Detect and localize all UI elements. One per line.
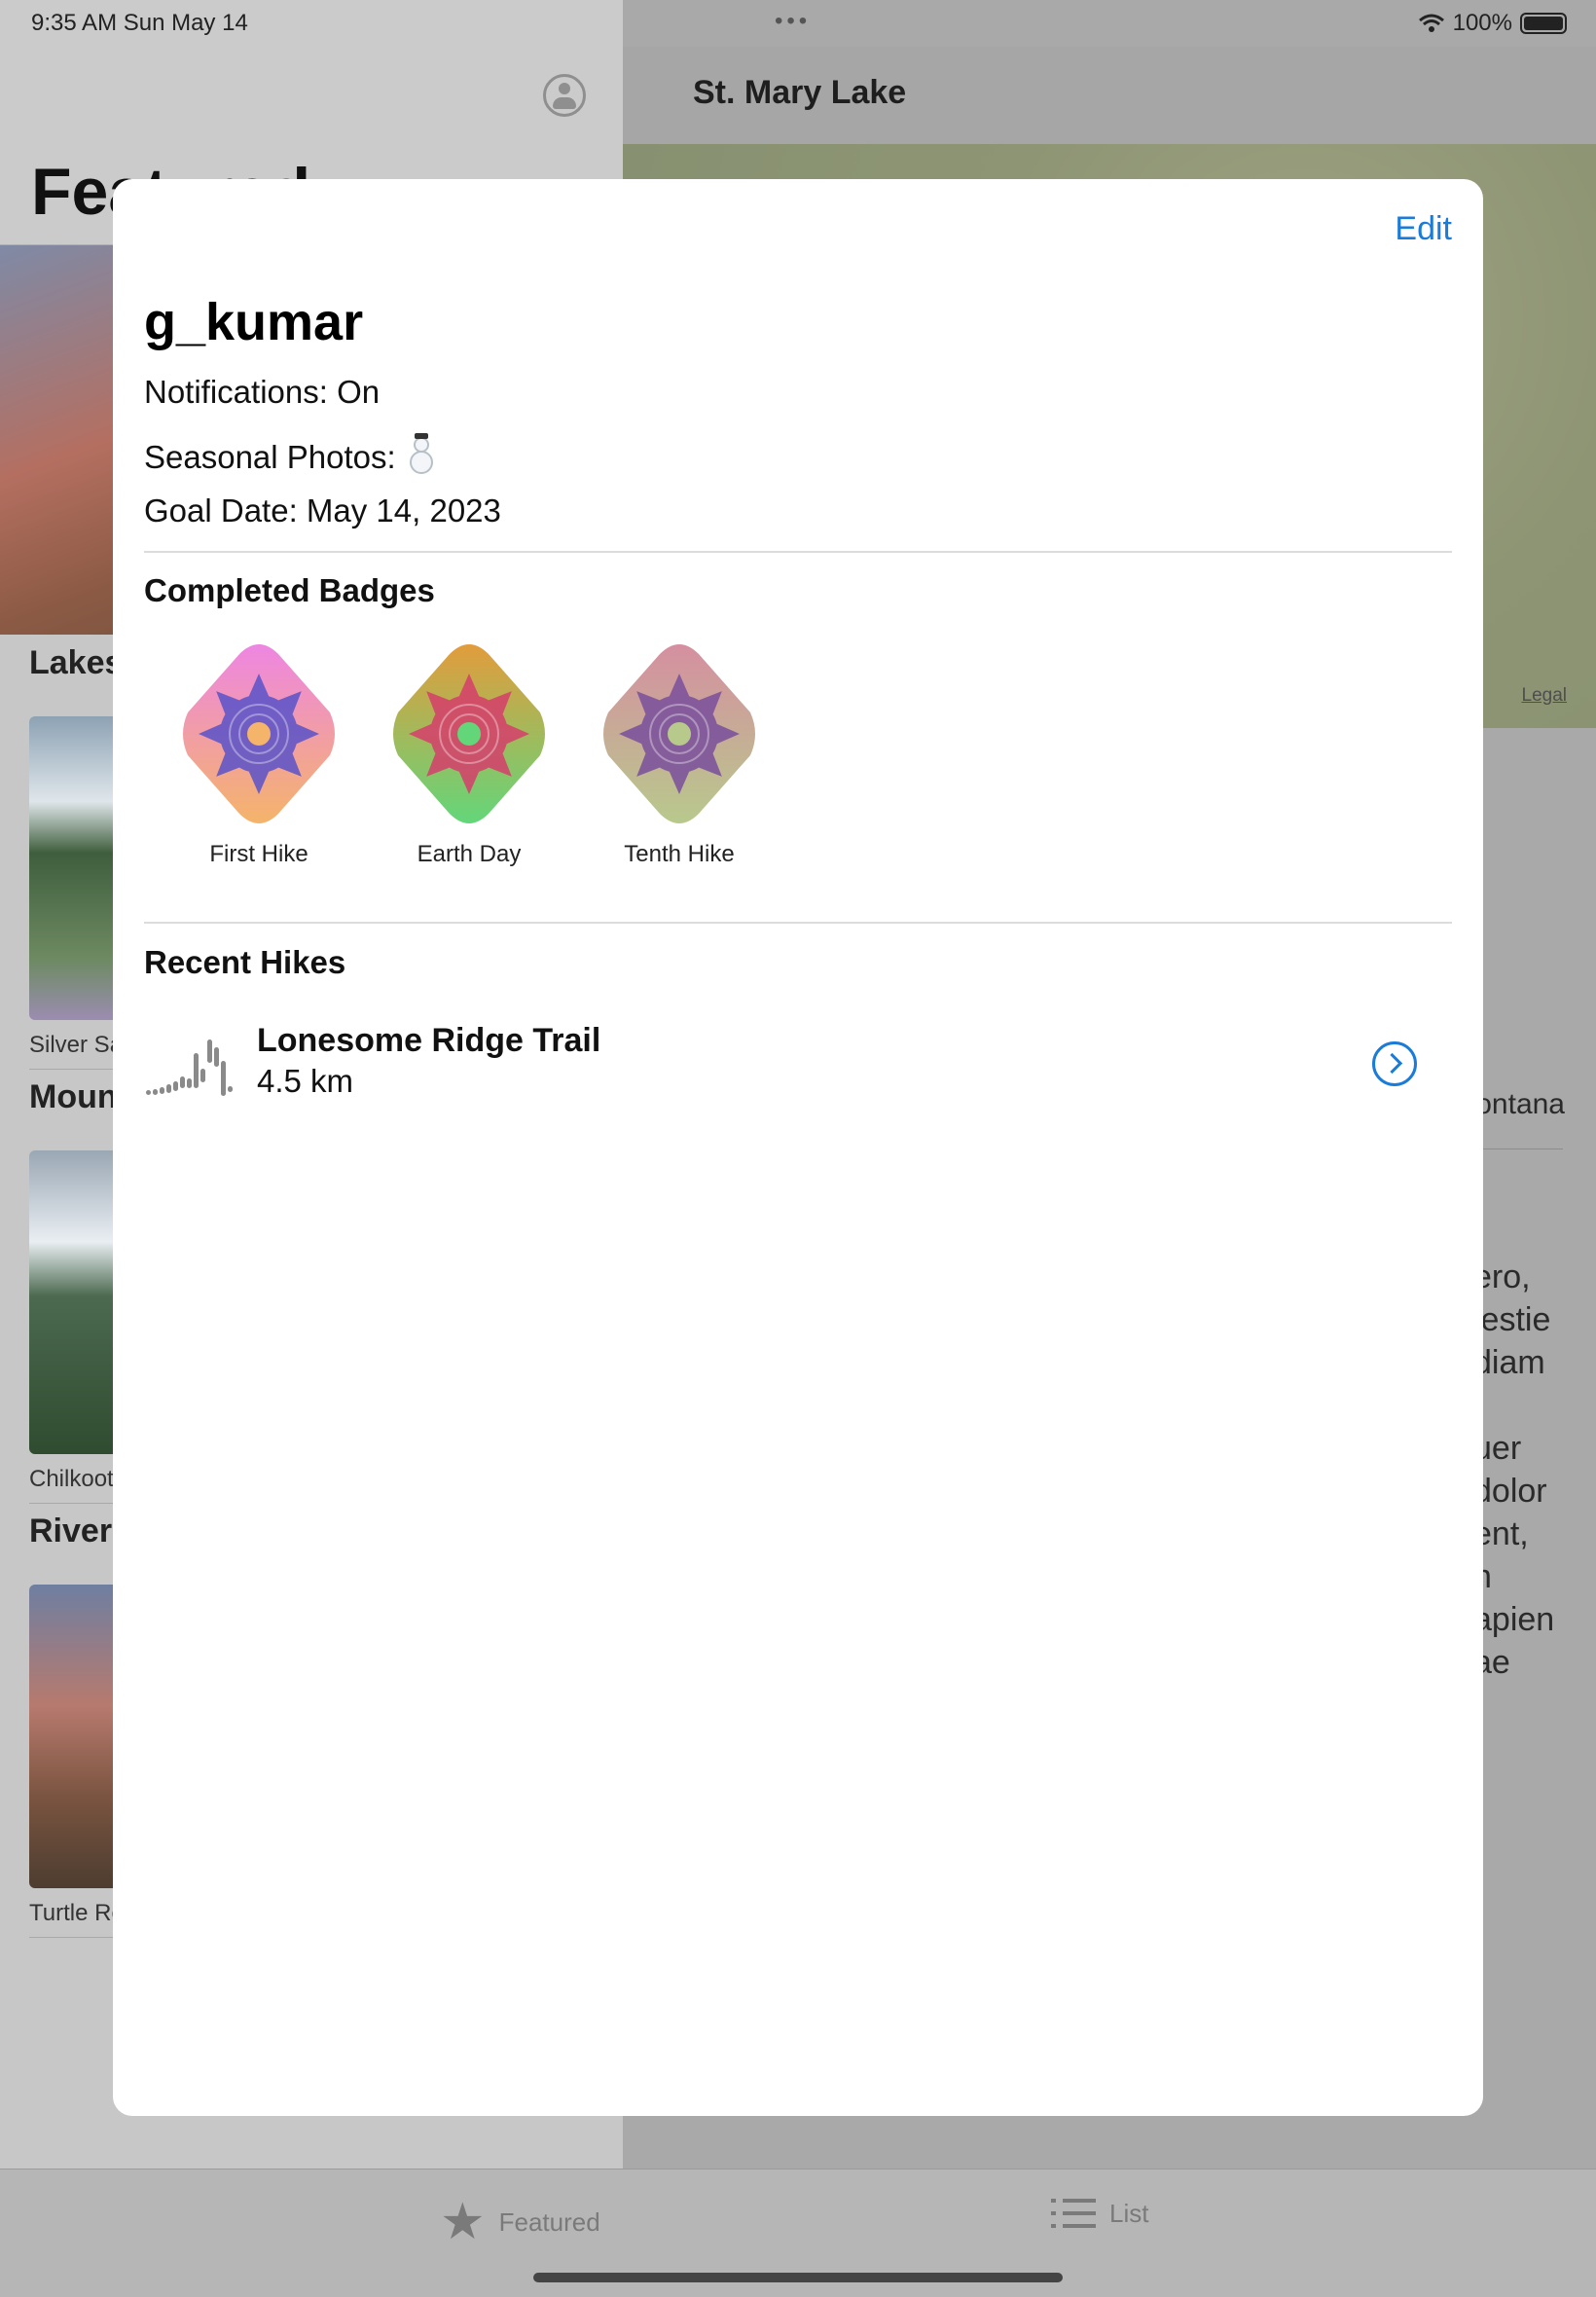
elevation-graph-icon	[146, 1039, 233, 1096]
map-legal-link[interactable]: Legal	[1522, 685, 1568, 707]
category-title-lakes: Lakes	[29, 644, 124, 681]
detail-header: St. Mary Lake	[623, 47, 1596, 144]
profile-sheet: Edit g_kumar Notifications: On Seasonal …	[113, 179, 1483, 2116]
detail-body-text: ero, lestie diam uer dolor ent, n apien …	[1473, 1258, 1555, 1724]
profile-icon[interactable]	[543, 74, 586, 117]
badge-item[interactable]: Tenth Hike	[582, 638, 777, 868]
detail-subtitle: ontana	[1475, 1088, 1565, 1120]
badge-label: Tenth Hike	[624, 841, 735, 867]
multitasking-dots-icon[interactable]: •••	[775, 8, 811, 35]
badge-label: Earth Day	[417, 841, 522, 867]
recent-hikes-title: Recent Hikes	[144, 944, 346, 980]
badge-item[interactable]: Earth Day	[372, 638, 566, 868]
home-indicator[interactable]	[533, 2273, 1063, 2282]
star-icon: ★	[440, 2194, 486, 2250]
username: g_kumar	[144, 293, 364, 351]
battery-icon	[1520, 13, 1567, 34]
list-icon	[1051, 2197, 1096, 2230]
tab-list-label: List	[1109, 2198, 1149, 2228]
edit-button[interactable]: Edit	[1395, 210, 1452, 248]
status-indicators: 100%	[1418, 10, 1567, 37]
snowman-icon	[405, 433, 438, 476]
hike-name: Lonesome Ridge Trail	[257, 1022, 601, 1059]
divider	[144, 551, 1452, 553]
chevron-right-circle-icon[interactable]	[1372, 1041, 1417, 1086]
badge-icon	[603, 644, 755, 823]
tab-featured[interactable]: ★ Featured	[440, 2197, 600, 2247]
status-bar: 9:35 AM Sun May 14 ••• 100%	[0, 0, 1596, 47]
badge-icon	[393, 644, 545, 823]
badge-icon	[183, 644, 335, 823]
tab-featured-label: Featured	[498, 2206, 600, 2237]
notifications-status: Notifications: On	[144, 374, 381, 410]
seasonal-photos-row: Seasonal Photos:	[144, 433, 438, 476]
badge-item[interactable]: First Hike	[162, 638, 356, 868]
badge-label: First Hike	[209, 841, 308, 867]
hike-row[interactable]: Lonesome Ridge Trail 4.5 km	[144, 1022, 1452, 1110]
wifi-icon	[1418, 14, 1444, 32]
divider	[144, 922, 1452, 924]
hike-distance: 4.5 km	[257, 1063, 354, 1099]
battery-percent: 100%	[1452, 10, 1512, 36]
seasonal-photos-label: Seasonal Photos:	[144, 439, 396, 475]
goal-date: Goal Date: May 14, 2023	[144, 492, 501, 529]
completed-badges-title: Completed Badges	[144, 572, 435, 608]
detail-title: St. Mary Lake	[693, 74, 907, 111]
tab-list[interactable]: List	[1051, 2197, 1148, 2230]
status-time: 9:35 AM Sun May 14	[31, 10, 248, 36]
